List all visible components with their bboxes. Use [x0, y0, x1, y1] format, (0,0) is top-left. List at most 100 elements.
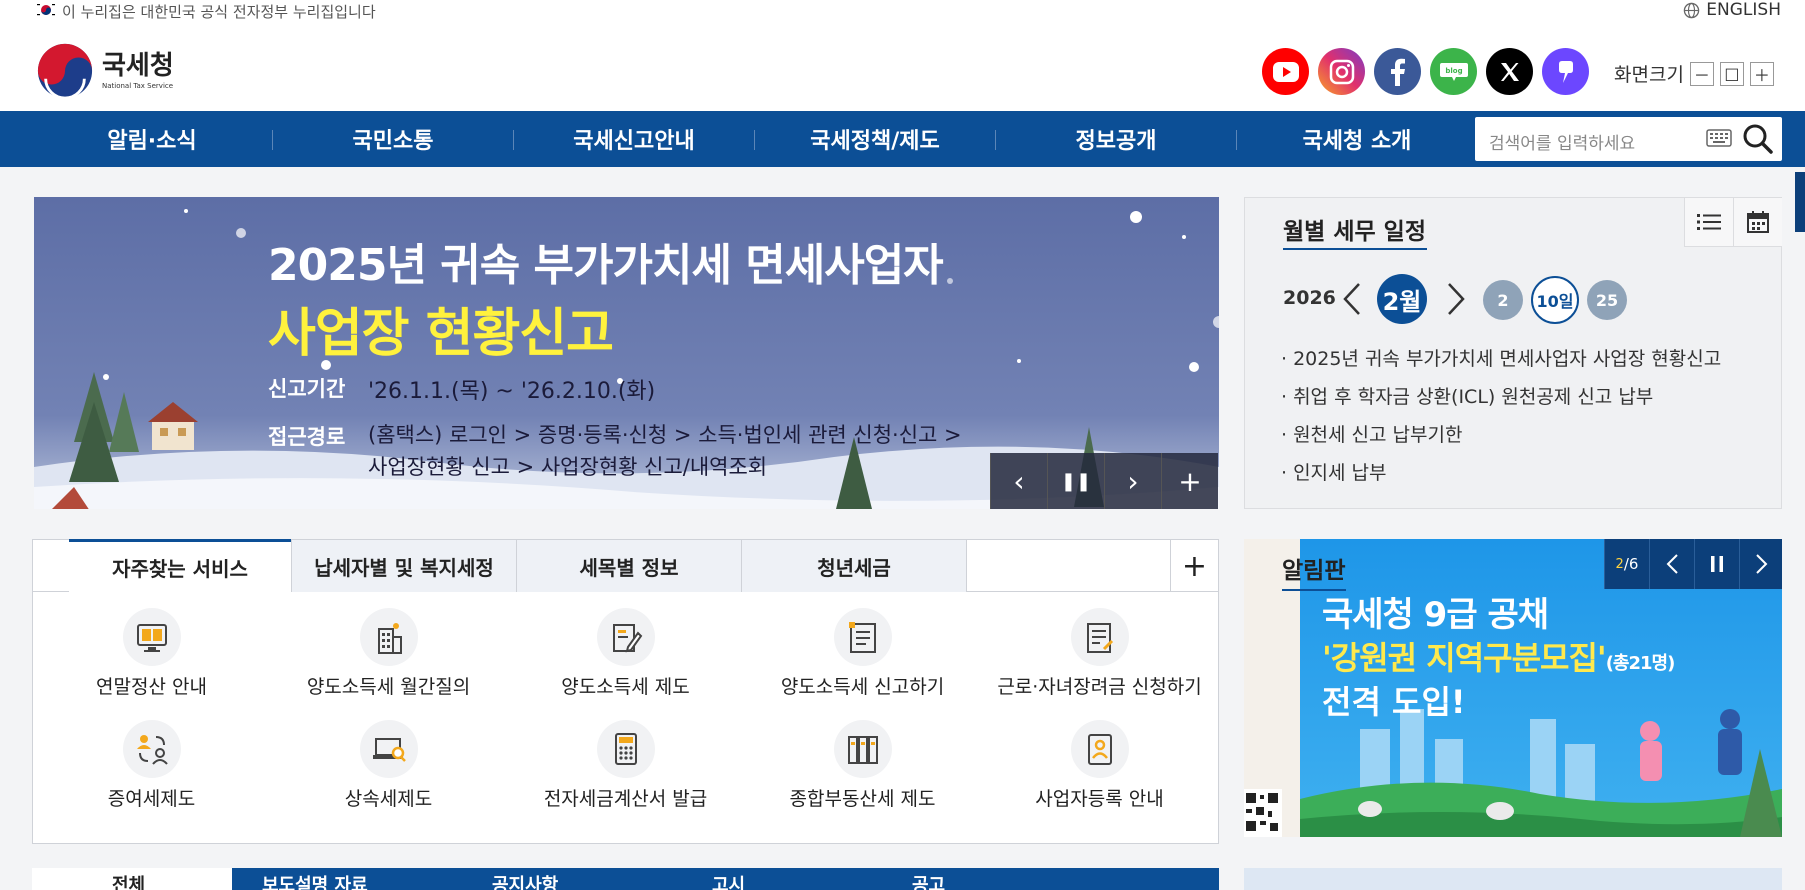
tab-all[interactable]: 전체 [32, 868, 232, 890]
zoom-control: 화면크기 － □ ＋ [1614, 60, 1774, 87]
korean-flag-icon [36, 2, 56, 18]
tab-public-notice[interactable]: 공고 [912, 871, 945, 890]
notice-next-button[interactable] [1739, 539, 1782, 589]
banner-prev-button[interactable]: ‹ [990, 453, 1047, 509]
tab-taxpayer-welfare[interactable]: 납세자별 및 복지세정 [291, 540, 516, 592]
zoom-label: 화면크기 [1614, 64, 1684, 86]
schedule-item[interactable]: · 인지세 납부 [1281, 458, 1721, 496]
poster-line1: 국세청 9급 공채 [1322, 595, 1549, 635]
service-item[interactable]: 양도소득세 신고하기 [744, 608, 981, 699]
blog-icon[interactable]: blog [1430, 48, 1477, 95]
service-item[interactable]: 양도소득세 제도 [507, 608, 744, 699]
banner-path-value: (홈택스) 로그인 > 증명·등록·신청 > 소득·법인세 관련 신청·신고 > [368, 423, 962, 447]
search-box[interactable]: 검색어를 입력하세요 [1475, 117, 1782, 161]
nav-item-about[interactable]: 국세청 소개 [1237, 111, 1477, 167]
nav-item-tax-policy[interactable]: 국세정책/제도 [755, 111, 995, 167]
schedule-day[interactable]: 2 [1483, 280, 1523, 320]
calendar-view-button[interactable] [1733, 198, 1782, 247]
service-item[interactable]: 전자세금계산서 발급 [507, 720, 744, 811]
list-icon [1697, 214, 1721, 230]
taegeuk-logo-icon [37, 43, 93, 100]
notice-counter-current: 2 [1615, 556, 1624, 572]
notice-pause-button[interactable] [1694, 539, 1739, 589]
service-label: 사업자등록 안내 [1035, 788, 1164, 810]
list-view-button[interactable] [1684, 198, 1733, 247]
schedule-month: 2월 [1377, 274, 1427, 324]
service-item[interactable]: 연말정산 안내 [33, 608, 270, 699]
edit-doc-icon [596, 608, 655, 666]
service-label: 전자세금계산서 발급 [543, 788, 708, 810]
services-panel: 자주찾는 서비스 납세자별 및 복지세정 세목별 정보 청년세금 + 연말정산 … [32, 539, 1219, 844]
logo-name: 국세청 [102, 50, 174, 81]
search-icon[interactable] [1742, 123, 1774, 155]
tab-tax-item-info[interactable]: 세목별 정보 [516, 540, 741, 592]
banner-next-button[interactable]: › [1104, 453, 1161, 509]
chevron-left-icon[interactable] [1341, 282, 1363, 316]
tab-notice[interactable]: 공지사항 [492, 871, 558, 890]
gov-strip: 이 누리집은 대한민국 공식 전자정부 누리집입니다 ENGLISH [0, 0, 1805, 22]
nav-item-communication[interactable]: 국민소통 [273, 111, 513, 167]
zoom-out-button[interactable]: － [1689, 61, 1714, 86]
nts-logo[interactable]: 국세청 National Tax Service [36, 42, 174, 100]
banner-more-button[interactable]: + [1161, 453, 1218, 509]
banner-title-line1: 2025년 귀속 부가가치세 면세사업자 [268, 240, 944, 291]
title-underline [1283, 248, 1427, 250]
x-twitter-icon[interactable] [1486, 48, 1533, 95]
youtube-icon[interactable] [1262, 48, 1309, 95]
service-item[interactable]: 사업자등록 안내 [981, 720, 1218, 811]
instagram-icon[interactable] [1318, 48, 1365, 95]
tab-press-release[interactable]: 보도설명 자료 [262, 871, 368, 890]
service-label: 근로·자녀장려금 신청하기 [997, 676, 1202, 698]
english-link[interactable]: ENGLISH [1683, 0, 1781, 20]
search-input[interactable]: 검색어를 입력하세요 [1489, 129, 1635, 154]
sns-links: blog [1262, 48, 1589, 95]
schedule-item[interactable]: · 취업 후 학자금 상환(ICL) 원천공제 신고 납부 [1281, 382, 1721, 420]
banner-controls: ‹ ❚❚ › + [990, 453, 1218, 509]
services-tabs: 자주찾는 서비스 납세자별 및 복지세정 세목별 정보 청년세금 + [33, 539, 1218, 592]
facebook-icon[interactable] [1374, 48, 1421, 95]
nav-item-news[interactable]: 알림·소식 [32, 111, 272, 167]
globe-icon [1684, 2, 1700, 18]
quick-menu-tab[interactable] [1795, 172, 1805, 232]
service-label: 양도소득세 월간질의 [306, 676, 471, 698]
banner-period-value: '26.1.1.(목) ~ '26.2.10.(화) [368, 379, 656, 404]
zoom-reset-button[interactable]: □ [1719, 61, 1744, 86]
service-item[interactable]: 종합부동산세 제도 [744, 720, 981, 811]
header: 국세청 National Tax Service blog 화면크기 － □ ＋ [0, 22, 1805, 111]
banner-pause-button[interactable]: ❚❚ [1047, 453, 1104, 509]
service-label: 양도소득세 신고하기 [780, 676, 945, 698]
schedule-item[interactable]: · 원천세 신고 납부기한 [1281, 420, 1721, 458]
building-icon [359, 608, 418, 666]
computer-book-icon [122, 608, 181, 666]
schedule-item[interactable]: · 2025년 귀속 부가가치세 면세사업자 사업장 현황신고 [1281, 344, 1721, 382]
schedule-year: 2026 [1283, 287, 1336, 309]
banner-period-label: 신고기간 [268, 377, 346, 401]
nav-item-disclosure[interactable]: 정보공개 [996, 111, 1236, 167]
notice-title: 알림판 [1282, 558, 1346, 584]
tab-youth-tax[interactable]: 청년세금 [741, 540, 966, 592]
kakao-story-icon[interactable] [1542, 48, 1589, 95]
poster-line2: '강원권 지역구분모집'(총21명) [1322, 633, 1676, 679]
keyboard-icon[interactable] [1706, 129, 1732, 147]
poster-line2-note: (총21명) [1605, 653, 1676, 674]
gov-notice-text[interactable]: 이 누리집은 대한민국 공식 전자정부 누리집입니다 [62, 1, 376, 22]
service-item[interactable]: 증여세제도 [33, 720, 270, 811]
service-item[interactable]: 상속세제도 [270, 720, 507, 811]
notice-prev-button[interactable] [1649, 539, 1694, 589]
schedule-day-selected[interactable]: 10일 [1531, 276, 1579, 324]
qr-code-image [1244, 789, 1282, 837]
service-item[interactable]: 근로·자녀장려금 신청하기 [981, 608, 1218, 699]
services-more-button[interactable]: + [1170, 540, 1218, 592]
tab-announcement[interactable]: 고시 [712, 871, 745, 890]
schedule-day[interactable]: 25 [1587, 280, 1627, 320]
nav-item-tax-filing[interactable]: 국세신고안내 [514, 111, 754, 167]
banner-path-label: 접근경로 [268, 425, 346, 449]
tab-frequent-services[interactable]: 자주찾는 서비스 [69, 539, 291, 592]
poster-line3: 전격 도입! [1322, 683, 1466, 721]
pause-icon [1711, 556, 1723, 572]
chevron-right-icon[interactable] [1445, 282, 1467, 316]
service-label: 종합부동산세 제도 [789, 788, 936, 810]
zoom-in-button[interactable]: ＋ [1749, 61, 1774, 86]
id-card-icon [1070, 720, 1129, 778]
service-item[interactable]: 양도소득세 월간질의 [270, 608, 507, 699]
